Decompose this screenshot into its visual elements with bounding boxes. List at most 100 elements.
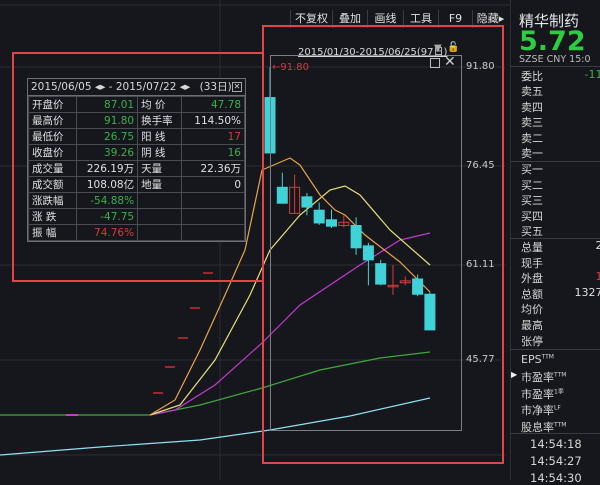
- stat-value: 0: [181, 177, 244, 193]
- price-axis-label: 91.80: [466, 61, 495, 72]
- quote-stat-row: 最高: [521, 317, 600, 333]
- stat-value: 74.76%: [77, 225, 138, 241]
- tick-time: 14:54:27: [530, 454, 600, 468]
- stat-label: 涨 跌: [29, 209, 77, 225]
- range-statistics-panel: 2015/06/05 ◂▸ - 2015/07/22 ◂▸ (33日) ✕ 开盘…: [27, 78, 246, 242]
- stats-row: 成交额108.08亿地量0: [29, 177, 245, 193]
- stat-value: 16: [181, 145, 244, 161]
- buy-level-row: 买五: [521, 223, 600, 239]
- fundamental-row[interactable]: 市盈率1季: [521, 386, 600, 402]
- stat-value: 87.01: [77, 97, 138, 113]
- stats-row: 振 幅74.76%: [29, 225, 245, 241]
- unlock-icon[interactable]: 🔓: [447, 42, 459, 53]
- row-label: 卖三: [521, 116, 543, 129]
- row-value: -11.: [585, 68, 600, 81]
- stat-value: 47.78: [181, 97, 244, 113]
- stat-label: 阴 线: [138, 145, 182, 161]
- stats-row: 收盘价39.26阴 线16: [29, 145, 245, 161]
- row-label: 张停: [521, 335, 543, 348]
- fundamental-row[interactable]: EPSTTM: [521, 353, 600, 366]
- row-label: 卖二: [521, 132, 543, 145]
- stats-row: 最高价91.80换手率114.50%: [29, 113, 245, 129]
- sell-level-row: 卖四: [521, 99, 600, 115]
- row-label: 市净率: [521, 404, 554, 417]
- high-price-value: 91.80: [280, 62, 309, 73]
- row-label: 卖一: [521, 147, 543, 160]
- stat-label: 均 价: [138, 97, 182, 113]
- price-axis-label: 76.45: [466, 160, 495, 171]
- stat-label: 收盘价: [29, 145, 77, 161]
- stat-label: 阳 线: [138, 129, 182, 145]
- stat-value: 91.80: [77, 113, 138, 129]
- row-label-suffix: TTM: [554, 421, 566, 428]
- stat-value: -47.75: [77, 209, 138, 225]
- stat-label: [138, 209, 182, 225]
- price-axis-label: 61.11: [466, 259, 495, 270]
- row-label: 均价: [521, 303, 543, 316]
- stat-value: 22.36万: [181, 161, 244, 177]
- stat-label: 地量: [138, 177, 182, 193]
- range-stats-table: 开盘价87.01均 价47.78最高价91.80换手率114.50%最低价26.…: [28, 96, 245, 241]
- fundamental-row[interactable]: 市净率LF: [521, 402, 600, 418]
- stat-value: 114.50%: [181, 113, 244, 129]
- last-price: 5.72: [519, 26, 586, 57]
- overlay-date-range[interactable]: 2015/01/30-2015/06/25(97日): [298, 43, 447, 58]
- row-label: 买二: [521, 179, 543, 192]
- maximize-icon[interactable]: [430, 58, 440, 68]
- row-value: 2.: [596, 239, 600, 252]
- stats-row: 成交量226.19万天量22.36万: [29, 161, 245, 177]
- row-value: 1.: [596, 270, 600, 283]
- expand-arrow-icon[interactable]: ▶: [511, 370, 517, 379]
- stat-label: 成交量: [29, 161, 77, 177]
- sell-level-row: 卖一: [521, 145, 600, 161]
- stat-value: [181, 225, 244, 241]
- quote-panel: 精华制药 5.72 SZSE CNY 15:0 委比-11.卖五卖四卖三卖二卖一…: [510, 0, 600, 480]
- row-label: 卖四: [521, 101, 543, 114]
- stat-value: 108.08亿: [77, 177, 138, 193]
- close-box-icon[interactable]: ✕: [232, 82, 242, 92]
- row-label: 市盈率: [521, 371, 554, 384]
- weibi-row: 委比 -11.: [521, 68, 600, 84]
- stat-label: 换手率: [138, 113, 182, 129]
- stat-label: 最低价: [29, 129, 77, 145]
- row-label-suffix: TTM: [554, 372, 566, 379]
- quote-stat-row: 现手: [521, 255, 600, 271]
- range-dates[interactable]: 2015/06/05 ◂▸ - 2015/07/22 ◂▸: [31, 81, 190, 93]
- stat-label: 振 幅: [29, 225, 77, 241]
- overlay-chart-frame: [270, 55, 462, 431]
- fundamental-row[interactable]: 市盈率TTM: [521, 369, 600, 385]
- stat-value: [181, 193, 244, 209]
- tick-time: 14:54:30: [530, 471, 600, 485]
- close-icon[interactable]: ✕: [444, 54, 456, 70]
- exchange-info: SZSE CNY 15:0: [519, 54, 591, 65]
- quote-stat-row: 张停: [521, 333, 600, 349]
- stats-row: 开盘价87.01均 价47.78: [29, 97, 245, 113]
- row-label: EPS: [521, 353, 542, 366]
- stat-value: 226.19万: [77, 161, 138, 177]
- row-label: 委比: [521, 70, 543, 83]
- stat-label: 涨跌幅: [29, 193, 77, 209]
- row-label: 股息率: [521, 421, 554, 434]
- stat-label: [138, 193, 182, 209]
- range-header: 2015/06/05 ◂▸ - 2015/07/22 ◂▸ (33日) ✕: [28, 79, 245, 96]
- row-label: 买四: [521, 210, 543, 223]
- quote-stat-row: 外盘 1.: [521, 270, 600, 286]
- stat-label: [138, 225, 182, 241]
- row-label: 卖五: [521, 85, 543, 98]
- row-label: 现手: [521, 257, 543, 270]
- buy-level-row: 买二: [521, 177, 600, 193]
- row-label-suffix: 1季: [554, 388, 564, 395]
- stat-label: 成交额: [29, 177, 77, 193]
- high-price-marker: ←91.80: [272, 62, 309, 73]
- sell-level-row: 卖二: [521, 130, 600, 146]
- row-label: 外盘: [521, 272, 543, 285]
- tick-time: 14:54:18: [530, 437, 600, 451]
- buy-level-row: 买一: [521, 161, 600, 177]
- row-label: 最高: [521, 319, 543, 332]
- stat-label: 开盘价: [29, 97, 77, 113]
- stats-row: 涨 跌-47.75: [29, 209, 245, 225]
- stats-row: 最低价26.75阳 线17: [29, 129, 245, 145]
- stat-value: 26.75: [77, 129, 138, 145]
- dropdown-triangle-icon[interactable]: ▼: [434, 43, 442, 54]
- row-label: 买五: [521, 225, 543, 238]
